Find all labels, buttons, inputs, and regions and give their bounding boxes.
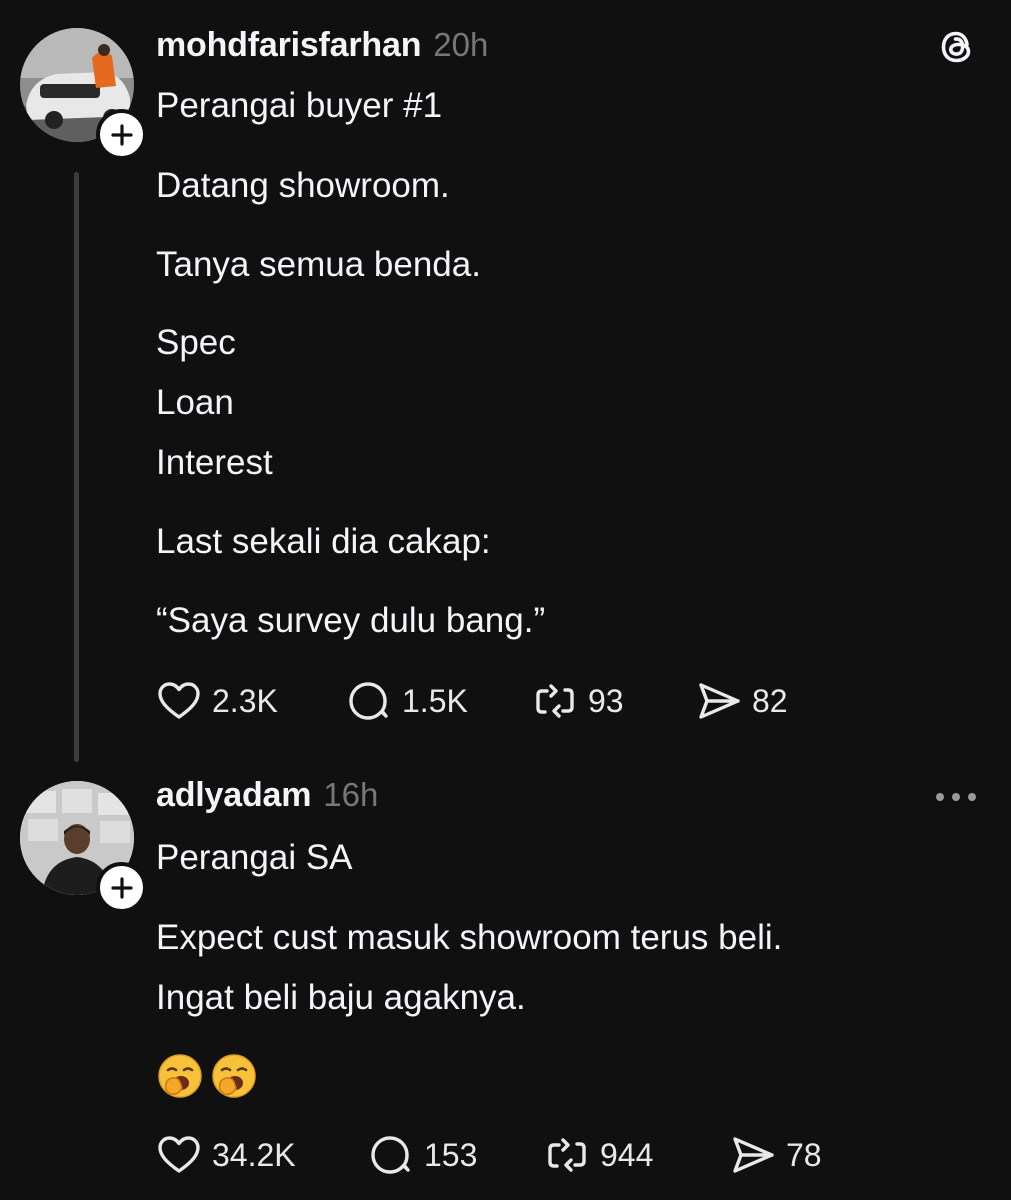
post-text-line: “Saya survey dulu bang.”	[156, 601, 546, 640]
timestamp: 16h	[323, 776, 379, 813]
post-1-action-bar: 2.3K 1.5K 93 82	[156, 676, 916, 726]
heart-icon	[158, 682, 200, 719]
post-text-line: Last sekali dia cakap:	[156, 522, 491, 561]
reply-button[interactable]: 1.5K	[346, 676, 468, 726]
share-count: 78	[786, 1136, 822, 1173]
send-icon	[733, 1137, 774, 1173]
post-text-line: Perangai buyer #1	[156, 86, 443, 125]
repost-icon	[536, 684, 574, 718]
follow-plus-button[interactable]	[96, 109, 147, 160]
post-text-line: Interest	[156, 443, 273, 482]
threads-logo-icon[interactable]	[934, 24, 980, 70]
yawning-face-emoji	[212, 1054, 256, 1098]
plus-icon	[110, 876, 133, 899]
like-button[interactable]: 34.2K	[156, 1130, 296, 1180]
post-text-line: Datang showroom.	[156, 166, 450, 205]
like-count: 2.3K	[212, 682, 278, 719]
post-1-avatar-wrapper	[20, 28, 147, 160]
post-text-line: Spec	[156, 323, 236, 362]
username[interactable]: adlyadam	[156, 776, 311, 815]
post-text-line: Tanya semua benda.	[156, 245, 481, 284]
reply-button[interactable]: 153	[368, 1130, 477, 1180]
comment-bubble-icon	[371, 1136, 410, 1174]
timestamp: 20h	[433, 26, 489, 63]
share-button[interactable]: 78	[730, 1130, 822, 1180]
plus-icon	[110, 123, 133, 146]
post-2-header: adlyadam 16h	[156, 776, 378, 820]
thread-connector-line	[74, 172, 79, 762]
post-1-header: mohdfarisfarhan 20h	[156, 26, 488, 70]
repost-button[interactable]: 93	[532, 676, 624, 726]
heart-icon	[158, 1136, 200, 1173]
repost-icon	[548, 1138, 586, 1172]
like-button[interactable]: 2.3K	[156, 676, 278, 726]
emoji-row	[156, 1052, 258, 1100]
post-text-line: Perangai SA	[156, 838, 353, 877]
repost-button[interactable]: 944	[544, 1130, 653, 1180]
follow-plus-button[interactable]	[96, 862, 147, 913]
post-text-line: Ingat beli baju agaknya.	[156, 978, 526, 1017]
post-2-avatar-wrapper	[20, 781, 147, 913]
like-count: 34.2K	[212, 1136, 296, 1173]
repost-count: 93	[588, 682, 624, 719]
ellipsis-icon	[936, 793, 976, 801]
share-count: 82	[752, 682, 788, 719]
post-text-line: Loan	[156, 383, 234, 422]
reply-count: 153	[424, 1136, 478, 1173]
more-options-button[interactable]	[930, 782, 982, 812]
post-text-line: Expect cust masuk showroom terus beli.	[156, 918, 783, 957]
post-2-action-bar: 34.2K 153 944 78	[156, 1130, 916, 1180]
send-icon	[699, 683, 740, 719]
reply-count: 1.5K	[402, 682, 468, 719]
threads-screen: mohdfarisfarhan 20h Perangai buyer #1 Da…	[0, 0, 1011, 1200]
repost-count: 944	[600, 1136, 654, 1173]
yawning-face-emoji	[158, 1054, 202, 1098]
share-button[interactable]: 82	[696, 676, 788, 726]
comment-bubble-icon	[349, 682, 388, 720]
username[interactable]: mohdfarisfarhan	[156, 26, 421, 65]
